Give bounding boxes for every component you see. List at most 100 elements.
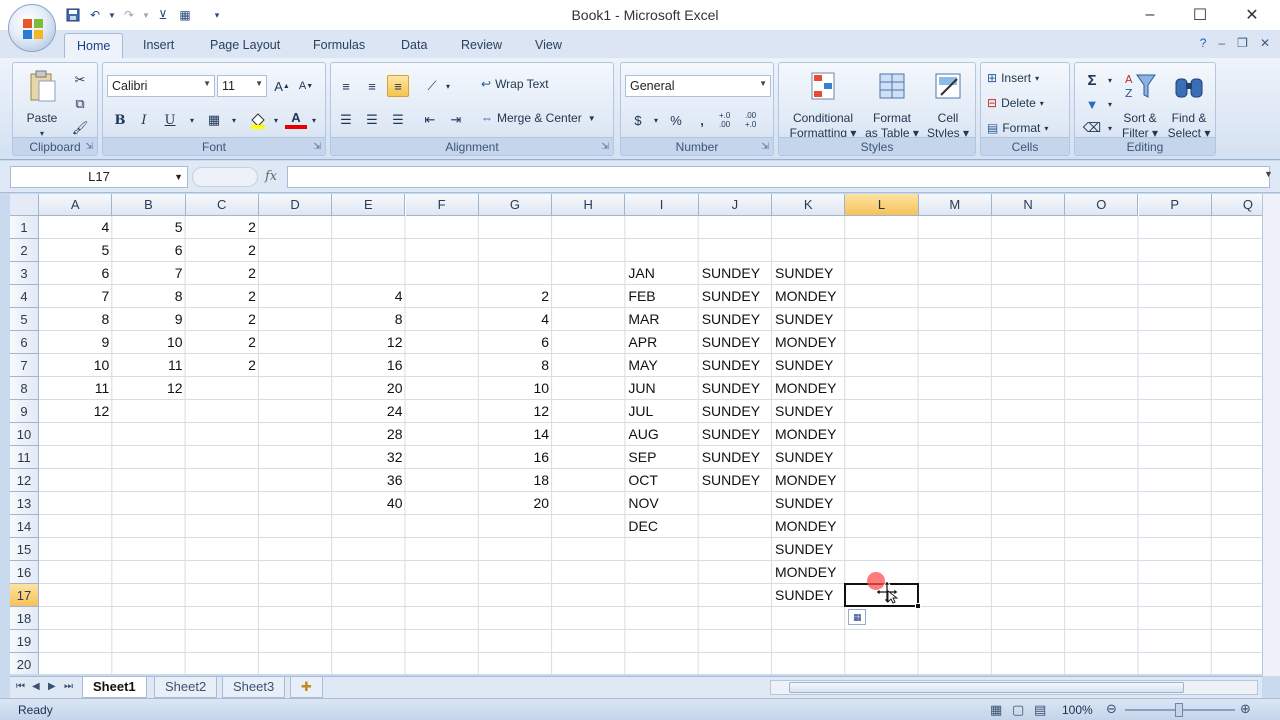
row-header-20[interactable]: 20 xyxy=(10,653,39,674)
cut-icon[interactable]: ✂ xyxy=(69,69,91,91)
borders-dropdown-icon[interactable]: ▾ xyxy=(223,109,245,131)
column-header-p[interactable]: P xyxy=(1138,194,1212,216)
currency-dropdown-icon[interactable]: ▾ xyxy=(645,109,667,131)
cell-b2[interactable]: 6 xyxy=(112,239,185,262)
cell-k17[interactable]: SUNDEY xyxy=(772,584,845,607)
last-sheet-icon[interactable]: ⏭ xyxy=(64,681,73,692)
cell-b3[interactable]: 7 xyxy=(112,262,185,285)
insert-cells-button[interactable]: ⊞ Insert ▾ xyxy=(987,71,1039,85)
cell-g7[interactable]: 8 xyxy=(479,354,552,377)
align-middle-icon[interactable]: ≡ xyxy=(361,75,383,97)
tab-view[interactable]: View xyxy=(535,38,562,52)
sheet-tab-sheet2[interactable]: Sheet2 xyxy=(154,677,218,698)
column-header-m[interactable]: M xyxy=(918,194,992,216)
cell-e7[interactable]: 16 xyxy=(332,354,405,377)
font-color-dropdown-icon[interactable]: ▾ xyxy=(303,109,325,131)
row-header-16[interactable]: 16 xyxy=(10,561,39,584)
next-sheet-icon[interactable]: ▶ xyxy=(48,681,56,692)
cell-i14[interactable]: DEC xyxy=(625,515,698,538)
zoom-slider-knob[interactable] xyxy=(1175,703,1183,717)
ribbon-minimize-icon[interactable]: – xyxy=(1218,36,1225,50)
cell-g5[interactable]: 4 xyxy=(479,308,552,331)
zoom-level[interactable]: 100% xyxy=(1062,703,1093,717)
cell-b6[interactable]: 10 xyxy=(112,331,185,354)
column-header-l[interactable]: L xyxy=(845,194,919,216)
increase-decimal-button[interactable]: +.0 .00 xyxy=(719,109,743,131)
underline-dropdown-icon[interactable]: ▾ xyxy=(181,109,203,131)
column-header-k[interactable]: K xyxy=(772,194,846,216)
cell-e9[interactable]: 24 xyxy=(332,400,405,423)
row-header-12[interactable]: 12 xyxy=(10,469,39,492)
cell-j5[interactable]: SUNDEY xyxy=(699,308,772,331)
cell-j6[interactable]: SUNDEY xyxy=(699,331,772,354)
cell-i6[interactable]: APR xyxy=(625,331,698,354)
comma-button[interactable]: , xyxy=(691,109,713,131)
name-box[interactable]: L17 ▼ xyxy=(10,166,188,188)
cell-j11[interactable]: SUNDEY xyxy=(699,446,772,469)
fill-handle[interactable] xyxy=(914,603,921,609)
row-header-5[interactable]: 5 xyxy=(10,308,39,331)
maximize-button[interactable]: ☐ xyxy=(1180,2,1220,28)
cell-a7[interactable]: 10 xyxy=(39,354,112,377)
row-header-9[interactable]: 9 xyxy=(10,400,39,423)
cell-k8[interactable]: MONDEY xyxy=(772,377,845,400)
cell-styles-button[interactable]: Cell Styles ▾ xyxy=(923,69,973,141)
row-header-10[interactable]: 10 xyxy=(10,423,39,446)
column-header-g[interactable]: G xyxy=(478,194,553,216)
cell-a2[interactable]: 5 xyxy=(39,239,112,262)
align-right-icon[interactable]: ☰ xyxy=(387,109,409,131)
cell-i12[interactable]: OCT xyxy=(625,469,698,492)
cell-k6[interactable]: MONDEY xyxy=(772,331,845,354)
cell-i7[interactable]: MAY xyxy=(625,354,698,377)
format-cells-button[interactable]: ▤ Format ▾ xyxy=(987,121,1048,135)
cell-e4[interactable]: 4 xyxy=(332,285,405,308)
cell-g11[interactable]: 16 xyxy=(479,446,552,469)
cell-a9[interactable]: 12 xyxy=(39,400,112,423)
page-layout-view-icon[interactable]: ▢ xyxy=(1012,702,1024,718)
cells-area[interactable]: 4 5 6 7 8 9 10 11 12 5 6 7 8 9 10 11 12 2 2 2 2 2 2 2 4 8 12 16 20 24… xyxy=(39,216,1262,674)
vertical-scrollbar[interactable] xyxy=(1262,194,1280,676)
cell-k9[interactable]: SUNDEY xyxy=(772,400,845,423)
cell-j10[interactable]: SUNDEY xyxy=(699,423,772,446)
column-header-i[interactable]: I xyxy=(625,194,699,216)
copy-icon[interactable]: ⧉ xyxy=(69,93,91,115)
horizontal-scrollbar[interactable] xyxy=(770,680,1258,695)
cell-b4[interactable]: 8 xyxy=(112,285,185,308)
number-launcher-icon[interactable]: ⇲ xyxy=(761,141,769,152)
column-header-h[interactable]: H xyxy=(552,194,626,216)
name-box-dropdown-icon[interactable]: ▼ xyxy=(174,167,183,187)
sort-filter-button[interactable]: AZ Sort & Filter ▾ xyxy=(1117,69,1163,141)
cell-a4[interactable]: 7 xyxy=(39,285,112,308)
formula-input[interactable] xyxy=(287,166,1270,188)
alignment-launcher-icon[interactable]: ⇲ xyxy=(601,141,609,152)
cell-i8[interactable]: JUN xyxy=(625,377,698,400)
format-as-table-button[interactable]: Format as Table ▾ xyxy=(863,69,921,141)
cell-c7[interactable]: 2 xyxy=(186,354,259,377)
cell-i9[interactable]: JUL xyxy=(625,400,698,423)
select-all-button[interactable] xyxy=(10,194,39,216)
insert-sheet-icon[interactable]: ✚ xyxy=(290,677,323,698)
autofill-options-icon[interactable]: ▦ xyxy=(848,609,867,625)
borders-icon[interactable]: ▦ xyxy=(203,109,225,131)
decrease-decimal-button[interactable]: .00 +.0 xyxy=(745,109,769,131)
row-header-6[interactable]: 6 xyxy=(10,331,39,354)
increase-indent-icon[interactable]: ⇥ xyxy=(445,109,467,131)
conditional-formatting-button[interactable]: Conditional Formatting ▾ xyxy=(783,69,863,141)
cell-i5[interactable]: MAR xyxy=(625,308,698,331)
cell-e10[interactable]: 28 xyxy=(332,423,405,446)
cell-i4[interactable]: FEB xyxy=(625,285,698,308)
merge-dropdown-icon[interactable]: ▼ xyxy=(588,114,596,123)
zoom-in-icon[interactable]: ⊕ xyxy=(1240,701,1251,717)
paste-button[interactable]: Paste ▾ xyxy=(17,69,67,141)
cell-g6[interactable]: 6 xyxy=(479,331,552,354)
cell-g8[interactable]: 10 xyxy=(479,377,552,400)
normal-view-icon[interactable]: ▦ xyxy=(990,702,1002,718)
cell-j7[interactable]: SUNDEY xyxy=(699,354,772,377)
cell-k12[interactable]: MONDEY xyxy=(772,469,845,492)
cell-b8[interactable]: 12 xyxy=(112,377,185,400)
sheet-tab-sheet3[interactable]: Sheet3 xyxy=(222,677,286,698)
cell-k13[interactable]: SUNDEY xyxy=(772,492,845,515)
ribbon-close-icon[interactable]: ✕ xyxy=(1260,36,1270,50)
number-format-select[interactable]: General ▼ xyxy=(625,75,771,97)
tab-formulas[interactable]: Formulas xyxy=(313,38,365,52)
